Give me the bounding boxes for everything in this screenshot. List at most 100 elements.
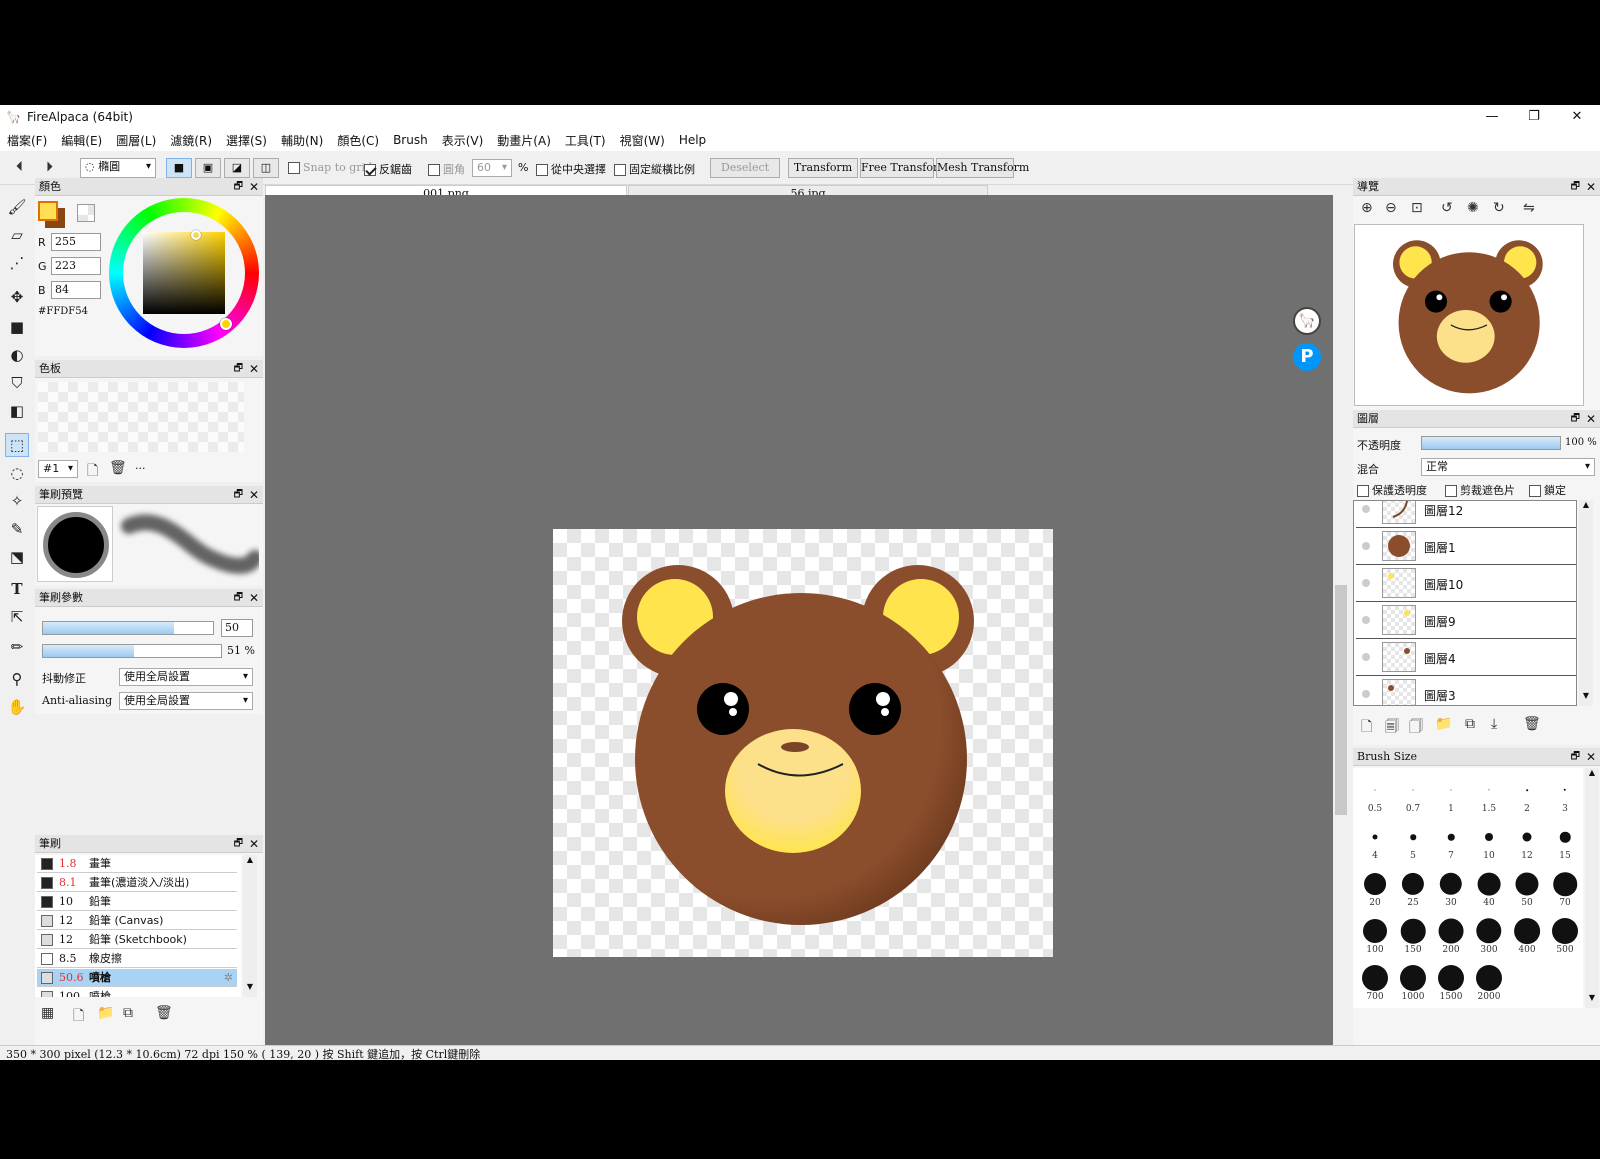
protect-alpha-option[interactable]: 保護透明度 [1357, 482, 1427, 498]
menu-file[interactable]: 檔案(F) [0, 132, 54, 149]
brush-tool-icon[interactable]: 🖌 [5, 195, 29, 219]
brush-size-option[interactable]: 5 [1395, 815, 1431, 861]
lock-option[interactable]: 鎖定 [1529, 482, 1566, 498]
b-input[interactable]: 84 [51, 281, 101, 299]
layer-visibility-icon[interactable] [1362, 653, 1370, 661]
aa-select[interactable]: 使用全局設置 [119, 692, 253, 710]
saturation-value-square[interactable] [143, 232, 225, 314]
layer-visibility-icon[interactable] [1362, 542, 1370, 550]
close-window-button[interactable]: ✕ [1555, 107, 1599, 127]
redo-icon[interactable]: ⏵ [46, 159, 53, 175]
layer-row[interactable]: 圖層10 [1356, 565, 1576, 602]
layer-row[interactable]: 圖層12 [1356, 501, 1576, 528]
layer-visibility-icon[interactable] [1362, 505, 1370, 513]
brush-size-option[interactable]: 300 [1471, 909, 1507, 955]
select-mode-intersect-button[interactable]: ◫ [253, 158, 279, 178]
zoom-in-icon[interactable]: ⊕ [1361, 200, 1373, 216]
free-transform-button[interactable]: Free Transform [860, 158, 949, 178]
close-icon[interactable]: ✕ [249, 360, 259, 378]
close-icon[interactable]: ✕ [1586, 410, 1596, 428]
center-select-option[interactable]: 從中央選擇 [536, 161, 606, 177]
delete-palette-icon[interactable]: 🗑 [109, 460, 127, 476]
layer-row[interactable]: 圖層1 [1356, 528, 1576, 565]
dot-tool-icon[interactable]: ⋰ [5, 251, 29, 275]
menu-assist[interactable]: 輔助(N) [274, 132, 330, 149]
restore-button[interactable]: ❐ [1512, 107, 1556, 127]
palette-more-button[interactable]: ··· [135, 462, 146, 475]
brush-list-item[interactable]: 12 鉛筆 (Sketchbook) [37, 931, 237, 949]
divide-tool-icon[interactable]: ✏ [5, 635, 29, 659]
menu-animation[interactable]: 動畫片(A) [490, 132, 558, 149]
brush-size-option[interactable]: 0.5 [1357, 768, 1393, 814]
lasso-tool-icon[interactable]: ◌ [5, 461, 29, 485]
merge-down-icon[interactable]: ⤓ [1491, 716, 1497, 732]
blend-mode-select[interactable]: 正常 [1421, 458, 1595, 476]
brush-size-option[interactable]: 40 [1471, 862, 1507, 908]
float-icon[interactable]: 🗗 [234, 589, 243, 607]
brush-size-option[interactable]: 25 [1395, 862, 1431, 908]
float-icon[interactable]: 🗗 [1571, 178, 1580, 196]
brush-size-scrollbar[interactable]: ▲ ▼ [1585, 768, 1599, 1008]
r-input[interactable]: 255 [51, 233, 101, 251]
zoom-fit-icon[interactable]: ⊡ [1411, 200, 1423, 216]
clipping-option[interactable]: 剪裁遮色片 [1445, 482, 1515, 498]
transform-button[interactable]: Transform [788, 158, 858, 178]
brush-opacity-slider[interactable] [42, 644, 222, 658]
layer-visibility-icon[interactable] [1362, 690, 1370, 698]
menu-color[interactable]: 顏色(C) [330, 132, 386, 149]
pixiv-icon[interactable]: P [1293, 343, 1321, 371]
close-icon[interactable]: ✕ [249, 589, 259, 607]
undo-icon[interactable]: ⏴ [16, 159, 23, 175]
new-brush-icon[interactable]: 🗋 [73, 1005, 84, 1029]
palette-set-select[interactable]: #1 [38, 460, 78, 478]
brush-size-option[interactable]: 1 [1433, 768, 1469, 814]
shape-tool-icon[interactable]: ■ [5, 315, 29, 339]
brush-list-item[interactable]: 50.6 噴槍 ✲ [37, 969, 237, 987]
menu-help[interactable]: Help [672, 133, 713, 147]
brush-list-item[interactable]: 10 鉛筆 [37, 893, 237, 911]
duplicate-brush-icon[interactable]: ⧉ [123, 1005, 133, 1021]
brush-size-option[interactable]: 1500 [1433, 956, 1469, 1002]
float-icon[interactable]: 🗗 [234, 360, 243, 378]
snap-checkbox[interactable] [288, 162, 300, 174]
canvas-vertical-scrollbar[interactable] [1333, 195, 1349, 1060]
ratio-checkbox[interactable] [614, 164, 626, 176]
brush-list-item[interactable]: 1.8 畫筆 [37, 855, 237, 873]
layer-row[interactable]: 圖層9 [1356, 602, 1576, 639]
menu-layer[interactable]: 圖層(L) [109, 132, 163, 149]
brush-list-item[interactable]: 100 噴槍 [37, 988, 237, 997]
select-pen-tool-icon[interactable]: ✎ [5, 517, 29, 541]
brush-size-option[interactable]: 2000 [1471, 956, 1507, 1002]
layer-visibility-icon[interactable] [1362, 579, 1370, 587]
menu-window[interactable]: 視窗(W) [613, 132, 672, 149]
magic-wand-tool-icon[interactable]: ✧ [5, 489, 29, 513]
float-icon[interactable]: 🗗 [1571, 748, 1580, 766]
select-mode-subtract-button[interactable]: ◪ [224, 158, 250, 178]
hue-cursor[interactable] [220, 318, 232, 330]
delete-layer-icon[interactable]: 🗑 [1523, 716, 1541, 732]
bucket-tool-icon[interactable]: ⛉ [5, 371, 29, 395]
rotate-right-icon[interactable]: ↻ [1493, 200, 1505, 216]
palette-swatch-area[interactable] [38, 382, 244, 452]
antialias-checkbox[interactable] [364, 164, 376, 176]
fixed-ratio-option[interactable]: 固定縱橫比例 [614, 161, 695, 177]
float-icon[interactable]: 🗗 [234, 486, 243, 504]
shape-select[interactable]: ◌ 橢圓 [80, 158, 156, 178]
menu-edit[interactable]: 編輯(E) [54, 132, 109, 149]
select-mode-add-button[interactable]: ▣ [195, 158, 221, 178]
brush-size-option[interactable]: 15 [1547, 815, 1583, 861]
eyedropper-tool-icon[interactable]: ⚲ [5, 667, 29, 691]
brush-size-option[interactable]: 4 [1357, 815, 1393, 861]
eraser-tool-icon[interactable]: ▱ [5, 223, 29, 247]
operation-tool-icon[interactable]: ⇱ [5, 605, 29, 629]
brush-size-option[interactable]: 100 [1357, 909, 1393, 955]
delete-brush-icon[interactable]: 🗑 [155, 1005, 173, 1021]
protect-alpha-checkbox[interactable] [1357, 485, 1369, 497]
layer-list-scrollbar[interactable]: ▲ ▼ [1579, 500, 1593, 706]
menu-filter[interactable]: 濾鏡(R) [163, 132, 219, 149]
lock-checkbox[interactable] [1529, 485, 1541, 497]
brush-size-option[interactable]: 3 [1547, 768, 1583, 814]
brush-list-item[interactable]: 12 鉛筆 (Canvas) [37, 912, 237, 930]
brush-size-option[interactable]: 150 [1395, 909, 1431, 955]
round-checkbox[interactable] [428, 164, 440, 176]
